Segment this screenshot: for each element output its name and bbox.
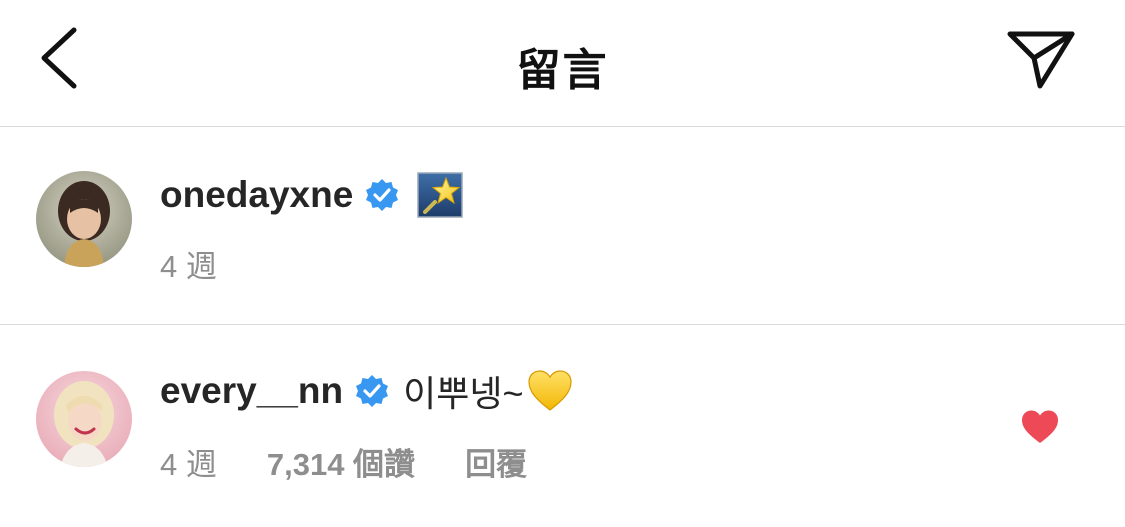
- heart-filled-icon: [1022, 410, 1058, 443]
- avatar[interactable]: [36, 171, 132, 267]
- comment-meta: 4 週: [160, 241, 217, 286]
- reply-button[interactable]: 回覆: [465, 439, 527, 484]
- comment-item: onedayxne 4 週: [0, 127, 1125, 325]
- comment-line: every__nn 이뿌넹~: [160, 367, 573, 415]
- top-bar: 留言: [0, 0, 1125, 127]
- username[interactable]: every__nn: [160, 370, 343, 412]
- comment-meta: 4 週 7,314 個讚 回覆: [160, 439, 527, 484]
- comment-age: 4 週: [160, 249, 217, 284]
- star-emoji: [417, 172, 464, 218]
- verified-badge-icon: [365, 178, 399, 212]
- verified-badge-icon: [355, 374, 389, 408]
- comment-age: 4 週: [160, 447, 217, 482]
- comment-text: 이뿌넹~: [403, 373, 524, 414]
- username[interactable]: onedayxne: [160, 174, 353, 216]
- avatar[interactable]: [36, 371, 132, 467]
- page-title: 留言: [516, 46, 609, 95]
- comment-item: every__nn 이뿌넹~ 4 週 7,314 個讚 回覆: [0, 325, 1125, 523]
- comment-line: onedayxne: [160, 171, 464, 219]
- share-button[interactable]: [1000, 24, 1080, 96]
- likes-count[interactable]: 7,314 個讚: [267, 439, 415, 484]
- like-button[interactable]: [1020, 409, 1060, 445]
- yellow-heart-emoji: [527, 368, 573, 414]
- paper-plane-icon: [1007, 31, 1075, 89]
